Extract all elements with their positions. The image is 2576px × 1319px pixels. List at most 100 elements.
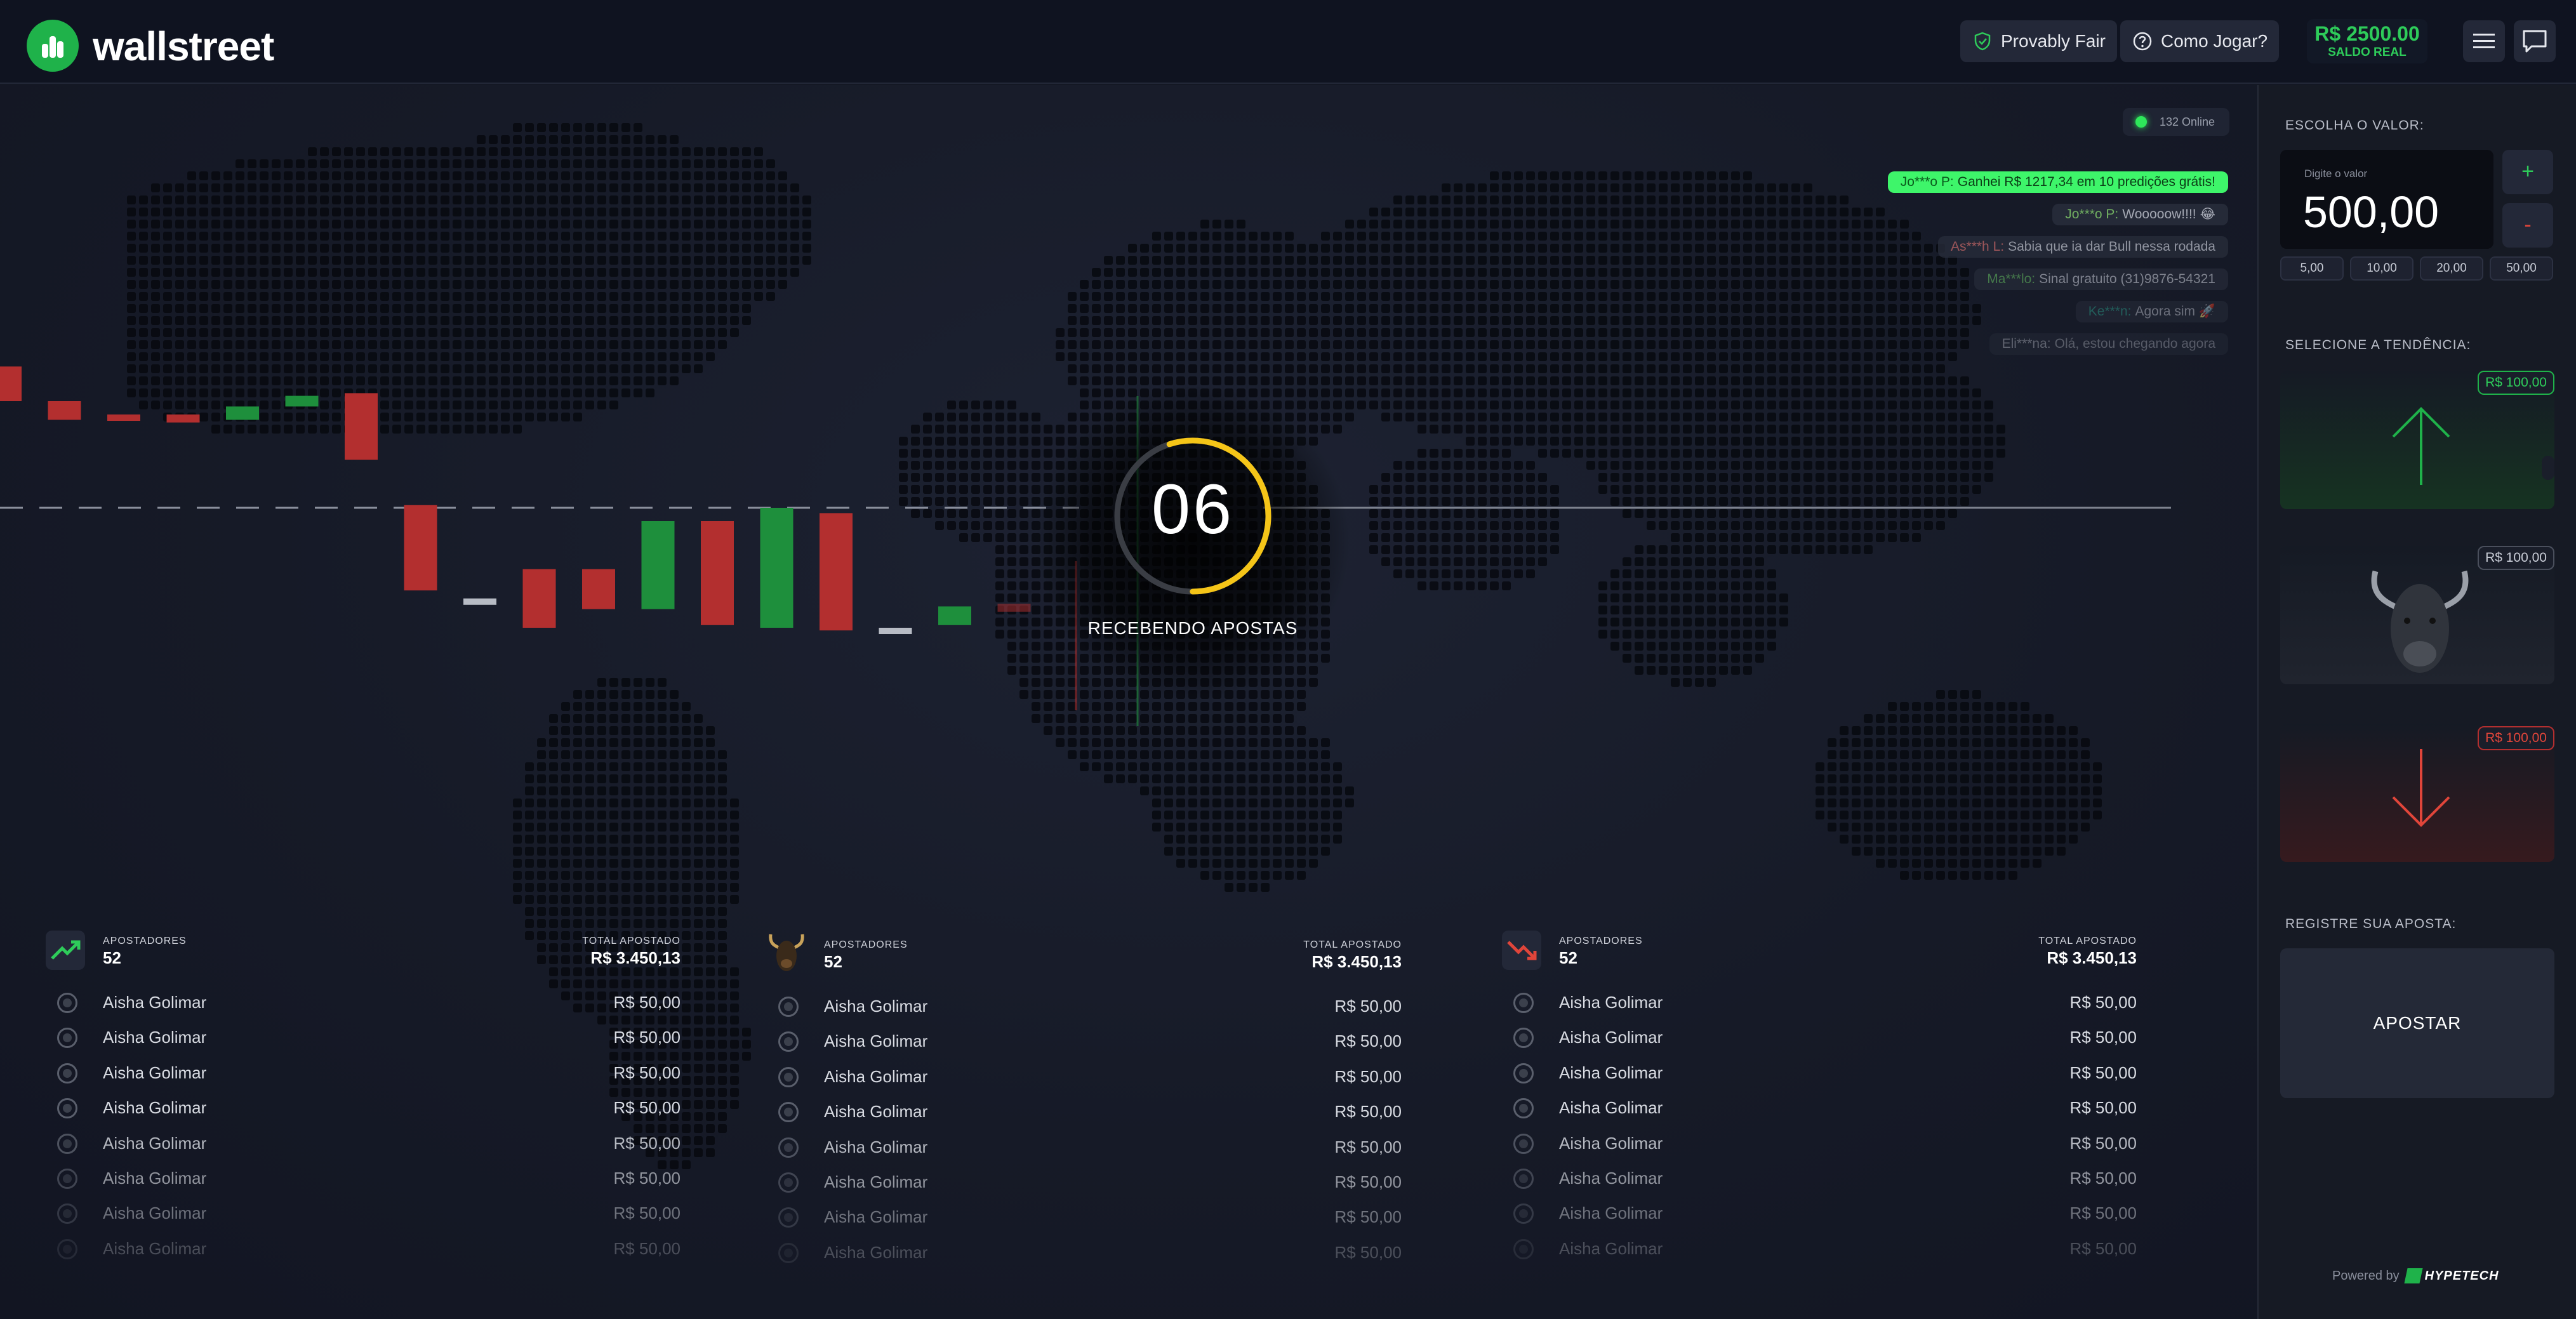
bettor-row: Aisha Golimar R$ 50,00 (46, 1230, 681, 1265)
game-area: 132 Online Jo***o P: Ganhei R$ 1217,34 em… (0, 85, 2257, 1319)
bettor-amount: R$ 50,00 (1334, 997, 1402, 1016)
chat-text: Sabia que ia dar Bull nessa rodada (2008, 239, 2215, 254)
bettor-name: Aisha Golimar (1559, 993, 1663, 1012)
quick-amount-chip[interactable]: 20,00 (2420, 256, 2483, 281)
bettor-amount: R$ 50,00 (2069, 1203, 2137, 1223)
online-status-dot (2135, 116, 2147, 128)
bettor-row: Aisha Golimar R$ 50,00 (767, 1023, 1402, 1057)
bettors-count: 52 (1559, 948, 1577, 967)
candle (285, 395, 319, 407)
bettor-row: Aisha Golimar R$ 50,00 (46, 1160, 681, 1195)
candle (701, 521, 734, 625)
bettor-avatar-icon (57, 1238, 77, 1259)
bettor-name: Aisha Golimar (824, 1066, 928, 1086)
candle (226, 406, 259, 420)
bettor-avatar-icon (1513, 1133, 1534, 1154)
wallstreet-logo-icon (27, 20, 79, 72)
bet-amount-placeholder: Digite o valor (2304, 168, 2368, 180)
bettor-amount: R$ 50,00 (1334, 1066, 1402, 1086)
provider-name: HYPETECH (2424, 1268, 2499, 1283)
balance-label: SALDO REAL (2328, 46, 2407, 59)
bettor-row: Aisha Golimar R$ 50,00 (767, 1058, 1402, 1093)
bettor-amount: R$ 50,00 (1334, 1102, 1402, 1122)
menu-button[interactable] (2463, 20, 2505, 62)
choose-value-label: ESCOLHA O VALOR: (2285, 118, 2424, 133)
bettors-bull-column: APOSTADORES 52 TOTAL APOSTADO R$ 3.450,1… (767, 927, 1402, 1269)
trend-bull-bet-badge: R$ 100,00 (2478, 546, 2554, 570)
candle (879, 628, 912, 634)
decrease-amount-button[interactable]: - (2502, 203, 2553, 248)
bettor-row: Aisha Golimar R$ 50,00 (767, 1198, 1402, 1233)
provably-fair-label: Provably Fair (2001, 31, 2106, 51)
chat-message: As***h L: Sabia que ia dar Bull nessa rod… (1938, 236, 2228, 258)
top-bar: wallstreet Provably Fair Como Jogar? R$ … (0, 0, 2576, 84)
hypetech-logo-icon (2404, 1268, 2423, 1283)
chat-user: Jo***o P: (2065, 207, 2119, 222)
powered-by: Powered by HYPETECH (2332, 1268, 2499, 1283)
bettor-row: Aisha Golimar R$ 50,00 (1502, 984, 2137, 1019)
candle (641, 521, 675, 609)
place-bet-button[interactable]: APOSTAR (2280, 948, 2554, 1098)
round-status: RECEBENDO APOSTAS (1087, 618, 1298, 638)
brand-name: wallstreet (93, 23, 274, 69)
how-to-play-button[interactable]: Como Jogar? (2120, 20, 2280, 62)
bettor-name: Aisha Golimar (103, 1133, 207, 1153)
bull-icon (767, 934, 806, 974)
hamburger-menu-icon (2473, 34, 2495, 48)
bettor-name: Aisha Golimar (1559, 1063, 1663, 1082)
bettor-name: Aisha Golimar (824, 1207, 928, 1227)
bettor-avatar-icon (57, 1203, 77, 1224)
quick-amount-chip[interactable]: 5,00 (2280, 256, 2344, 281)
quick-amount-chip[interactable]: 50,00 (2490, 256, 2553, 281)
quick-amount-chip[interactable]: 10,00 (2350, 256, 2413, 281)
bettors-label: APOSTADORES (103, 936, 187, 946)
register-bet-label: REGISTRE SUA APOSTA: (2285, 917, 2457, 931)
increase-amount-button[interactable]: + (2502, 150, 2553, 194)
bettor-name: Aisha Golimar (824, 1031, 928, 1051)
bettor-avatar-icon (778, 1102, 799, 1123)
bettor-avatar-icon (778, 1242, 799, 1263)
candle (760, 508, 793, 628)
total-bet-value: R$ 3.450,13 (2047, 948, 2137, 967)
trend-up-icon (46, 931, 85, 970)
bettor-name: Aisha Golimar (1559, 1133, 1663, 1153)
bettor-name: Aisha Golimar (103, 1028, 207, 1047)
select-trend-label: SELECIONE A TENDÊNCIA: (2285, 338, 2471, 352)
bettor-amount: R$ 50,00 (1334, 1242, 1402, 1262)
bettor-avatar-icon (778, 1031, 799, 1052)
total-bet-value: R$ 3.450,13 (1311, 952, 1402, 971)
round-timer-value: 06 (1151, 470, 1235, 548)
bet-amount-input[interactable]: Digite o valor 500,00 (2280, 150, 2493, 249)
bettor-row: Aisha Golimar R$ 50,00 (767, 1129, 1402, 1163)
bettor-amount: R$ 50,00 (2069, 1028, 2137, 1047)
bettor-row: Aisha Golimar R$ 50,00 (1502, 1125, 2137, 1160)
bettors-label: APOSTADORES (1559, 936, 1643, 946)
chat-message: Jo***o P: Wooooow!!!! 😂 (2052, 204, 2228, 225)
total-bet-label: TOTAL APOSTADO (582, 936, 681, 946)
bettor-amount: R$ 50,00 (613, 1238, 681, 1258)
trend-up-bet-badge: R$ 100,00 (2478, 371, 2554, 395)
bettor-avatar-icon (57, 1133, 77, 1154)
bettor-name: Aisha Golimar (1559, 1168, 1663, 1188)
help-circle-icon (2133, 32, 2152, 51)
bettor-name: Aisha Golimar (1559, 1028, 1663, 1047)
bettor-row: Aisha Golimar R$ 50,00 (767, 1093, 1402, 1128)
bettor-row: Aisha Golimar R$ 50,00 (1502, 1019, 2137, 1054)
bettor-row: Aisha Golimar R$ 50,00 (46, 1054, 681, 1089)
bettor-amount: R$ 50,00 (1334, 1137, 1402, 1157)
bettor-amount: R$ 50,00 (613, 993, 681, 1012)
candle (107, 414, 140, 421)
bettor-name: Aisha Golimar (103, 993, 207, 1012)
bettor-name: Aisha Golimar (103, 1168, 207, 1188)
bettors-count: 52 (824, 952, 842, 971)
bettor-amount: R$ 50,00 (1334, 1207, 1402, 1227)
bettor-row: Aisha Golimar R$ 50,00 (46, 984, 681, 1019)
chat-bubble-icon (2523, 30, 2547, 53)
balance-amount: R$ 2500.00 (2314, 22, 2420, 45)
bettor-amount: R$ 50,00 (1334, 1031, 1402, 1051)
provably-fair-button[interactable]: Provably Fair (1960, 20, 2117, 62)
how-to-play-label: Como Jogar? (2161, 31, 2268, 51)
chat-button[interactable] (2514, 20, 2556, 62)
trend-down-bet-badge: R$ 100,00 (2478, 726, 2554, 750)
bettor-row: Aisha Golimar R$ 50,00 (1502, 1089, 2137, 1124)
